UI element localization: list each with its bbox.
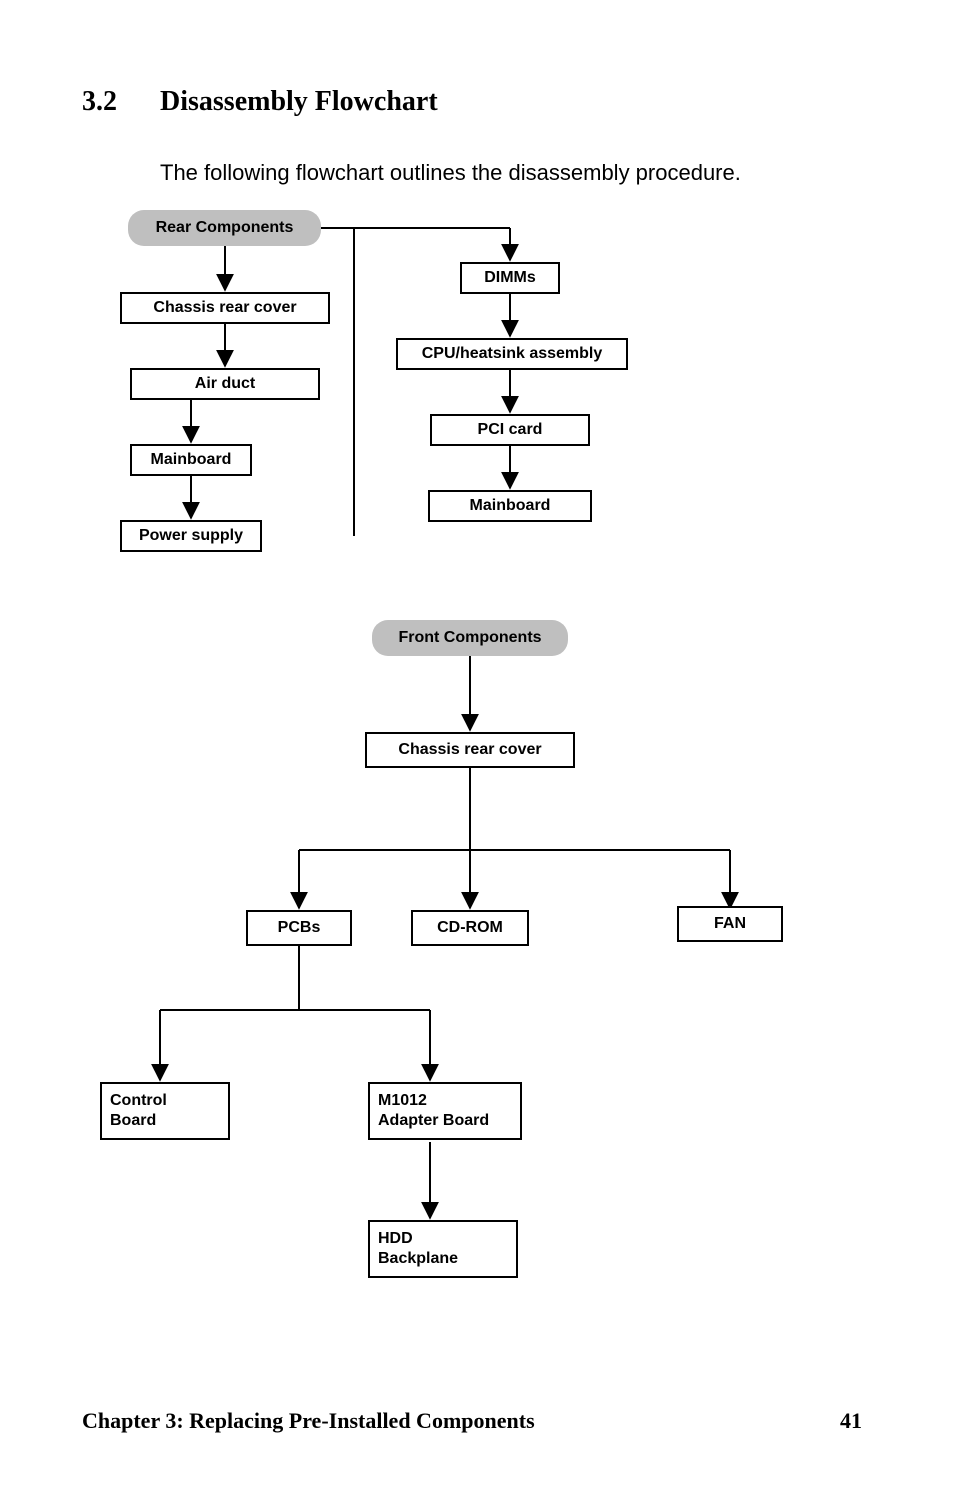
box-pcbs: PCBs [246,910,352,946]
box-chassis-rear-cover: Chassis rear cover [120,292,330,324]
front-components-pill: Front Components [372,620,568,656]
box-pci-card: PCI card [430,414,590,446]
box-m1012-adapter: M1012 Adapter Board [368,1082,522,1140]
box-control-board: Control Board [100,1082,230,1140]
box-chassis-rear-cover-2: Chassis rear cover [365,732,575,768]
box-air-duct: Air duct [130,368,320,400]
box-mainboard-2: Mainboard [428,490,592,522]
box-cdrom: CD-ROM [411,910,529,946]
rear-components-pill: Rear Components [128,210,321,246]
box-hdd-backplane: HDD Backplane [368,1220,518,1278]
box-dimms: DIMMs [460,262,560,294]
footer-chapter: Chapter 3: Replacing Pre-Installed Compo… [82,1408,535,1434]
box-fan: FAN [677,906,783,942]
box-power-supply: Power supply [120,520,262,552]
box-mainboard: Mainboard [130,444,252,476]
footer-page-number: 41 [840,1408,862,1434]
page: 3.2 Disassembly Flowchart The following … [0,0,954,1494]
box-cpu-heatsink: CPU/heatsink assembly [396,338,628,370]
